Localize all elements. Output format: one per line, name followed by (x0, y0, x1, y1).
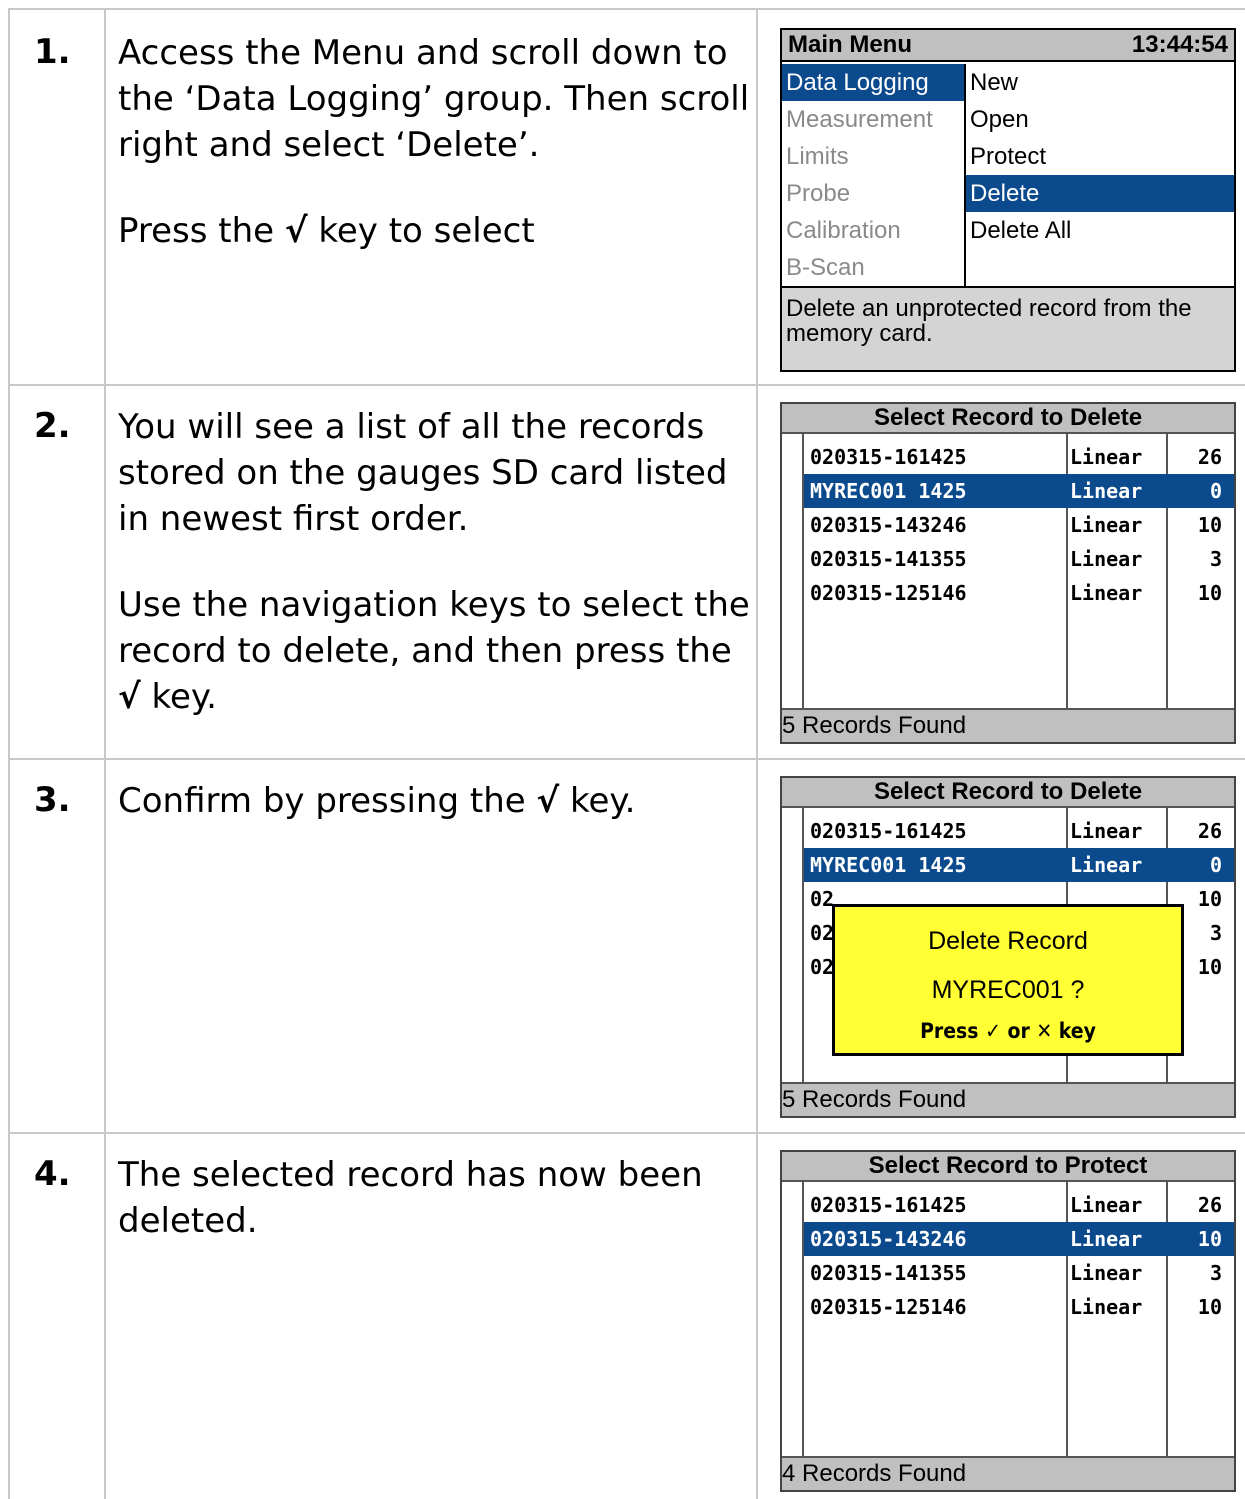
table-row-divider-3 (8, 1132, 1245, 1134)
step-number: 3. (34, 780, 71, 820)
menu-group-limits[interactable]: Limits (782, 138, 964, 175)
menu-item-new[interactable]: New (966, 64, 1234, 101)
table-border-col2 (756, 8, 758, 1499)
record-row[interactable]: 020315-161425 Linear 26 (804, 440, 1234, 474)
record-row[interactable]: 020315-161425 Linear 26 (804, 814, 1234, 848)
records-found-status: 5 Records Found (782, 708, 1234, 742)
menu-groups: Data Logging Measurement Limits Probe Ca… (782, 64, 964, 286)
table-border-left (8, 8, 10, 1499)
main-menu-screen: Main Menu 13:44:54 Data Logging Measurem… (780, 28, 1236, 372)
step-text: Confirm by pressing the √ key. (118, 781, 636, 821)
step-instruction: Confirm by pressing the √ key. (118, 778, 750, 824)
step-text: You will see a list of all the records s… (118, 407, 728, 539)
record-list-screen: Select Record to Delete 020315-161425 Lin… (780, 776, 1236, 1118)
step-text: The selected record has now been deleted… (118, 1155, 703, 1241)
step-number: 1. (34, 32, 71, 72)
table-row-divider-2 (8, 758, 1245, 760)
menu-items: New Open Protect Delete Delete All (966, 64, 1234, 286)
menu-item-open[interactable]: Open (966, 101, 1234, 138)
step-instruction: Access the Menu and scroll down to the ‘… (118, 30, 750, 254)
screen-title: Select Record to Delete (782, 404, 1234, 434)
table-border-col1 (104, 8, 106, 1499)
dialog-record-name: MYREC001 ? (931, 976, 1085, 1004)
record-list-screen: Select Record to Protect 020315-161425 Li… (780, 1150, 1236, 1492)
records-found-status: 5 Records Found (782, 1082, 1234, 1116)
step-text: Press the √ key to select (118, 211, 535, 251)
record-row[interactable]: 020315-125146 Linear 10 (804, 576, 1234, 610)
record-list: 020315-161425 Linear 26 MYREC001 1425 Linea… (782, 808, 1234, 1084)
record-row[interactable]: MYREC001 1425 Linear 0 (804, 848, 1234, 882)
record-row[interactable]: 020315-141355 Linear 3 (804, 1256, 1234, 1290)
delete-confirm-dialog: Delete Record MYREC001 ? Press ✓ or ✕ ke… (832, 904, 1184, 1056)
record-row[interactable]: 020315-141355 Linear 3 (804, 542, 1234, 576)
clock: 13:44:54 (1131, 31, 1228, 58)
menu-group-calibration[interactable]: Calibration (782, 212, 964, 249)
record-row[interactable]: 020315-143246 Linear 10 (804, 1222, 1234, 1256)
menu-item-protect[interactable]: Protect (966, 138, 1234, 175)
record-list-screen: Select Record to Delete 020315-161425 Lin… (780, 402, 1236, 744)
step-number: 2. (34, 406, 71, 446)
menu-help-text: Delete an unprotected record from the me… (782, 286, 1234, 370)
check-key-icon: √ (118, 677, 141, 717)
step-instruction: You will see a list of all the records s… (118, 404, 750, 720)
table-row-divider-1 (8, 384, 1245, 386)
record-list: 020315-161425 Linear 26 020315-143246 Linea… (782, 1182, 1234, 1458)
record-row[interactable]: 020315-161425 Linear 26 (804, 1188, 1234, 1222)
record-row[interactable]: MYREC001 1425 Linear 0 (804, 474, 1234, 508)
menu-item-delete[interactable]: Delete (966, 175, 1234, 212)
menu-group-measurement[interactable]: Measurement (782, 101, 964, 138)
check-key-icon: √ (536, 781, 560, 821)
table-border-top (8, 8, 1245, 10)
step-text: Use the navigation keys to select the re… (118, 585, 750, 717)
menu-item-delete-all[interactable]: Delete All (966, 212, 1234, 249)
screen-title-bar: Main Menu 13:44:54 (782, 30, 1234, 62)
dialog-key-hint: Press ✓ or ✕ key (920, 1019, 1096, 1043)
check-key-icon: √ (284, 211, 308, 251)
menu-group-data-logging[interactable]: Data Logging (782, 64, 964, 101)
menu-group-b-scan[interactable]: B-Scan (782, 249, 964, 286)
screen-title: Select Record to Delete (782, 778, 1234, 808)
menu-group-probe[interactable]: Probe (782, 175, 964, 212)
record-row[interactable]: 020315-143246 Linear 10 (804, 508, 1234, 542)
record-row[interactable]: 020315-125146 Linear 10 (804, 1290, 1234, 1324)
step-instruction: The selected record has now been deleted… (118, 1152, 750, 1244)
screen-title: Select Record to Protect (782, 1152, 1234, 1182)
screen-title: Main Menu (788, 31, 912, 58)
records-found-status: 4 Records Found (782, 1456, 1234, 1490)
record-list: 020315-161425 Linear 26 MYREC001 1425 Linea… (782, 434, 1234, 710)
dialog-title: Delete Record (928, 927, 1088, 955)
step-number: 4. (34, 1154, 71, 1194)
step-text: Access the Menu and scroll down to the ‘… (118, 33, 750, 165)
